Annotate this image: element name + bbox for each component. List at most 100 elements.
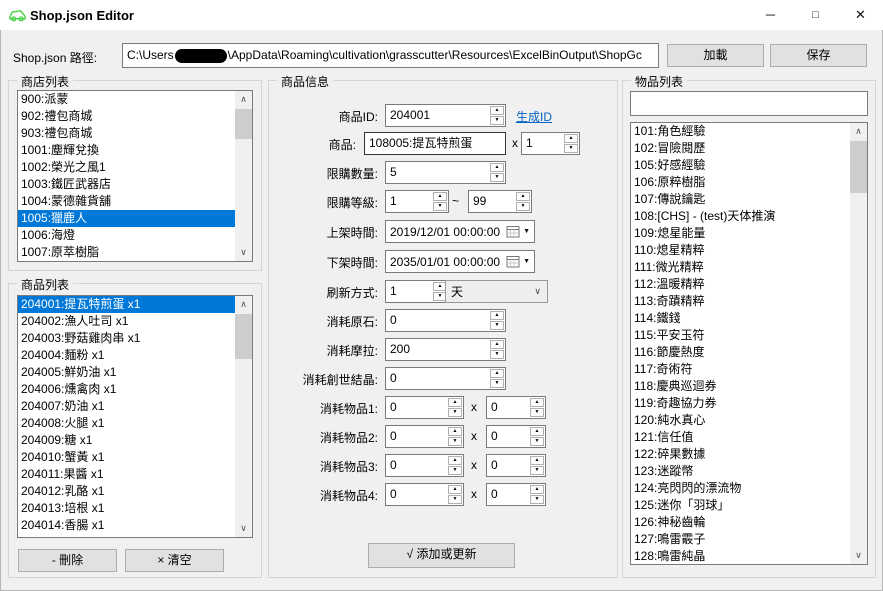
generate-id-link[interactable]: 生成ID: [516, 108, 552, 125]
level-min-spinner[interactable]: 1 ▲▼: [385, 190, 449, 213]
list-item[interactable]: 204013:培根 x1: [18, 500, 235, 517]
cost-item3-id-spinner[interactable]: 0 ▲▼: [385, 454, 464, 477]
spinner-down-icon[interactable]: ▼: [530, 466, 544, 475]
refresh-unit-combobox[interactable]: 天 ∨: [445, 280, 548, 303]
spinner-down-icon[interactable]: ▼: [490, 379, 504, 388]
spinner-up-icon[interactable]: ▲: [490, 163, 504, 172]
spinner-up-icon[interactable]: ▲: [448, 398, 462, 407]
spinner-up-icon[interactable]: ▲: [490, 340, 504, 349]
list-item[interactable]: 114:鐵錢: [631, 310, 850, 327]
cost-item4-count-spinner[interactable]: 0 ▲▼: [486, 483, 546, 506]
goods-count-spinner[interactable]: 1 ▲▼: [521, 132, 580, 155]
shop-list-scrollbar[interactable]: ∧ ∨: [235, 91, 252, 261]
shop-listbox[interactable]: 900:派蒙902:禮包商城903:禮包商城1001:塵輝兌換1002:榮光之風…: [17, 90, 253, 262]
spinner-up-icon[interactable]: ▲: [448, 456, 462, 465]
list-item[interactable]: 204011:果醬 x1: [18, 466, 235, 483]
list-item[interactable]: 105:好感經驗: [631, 157, 850, 174]
scroll-up-icon[interactable]: ∧: [850, 123, 867, 140]
list-item[interactable]: 110:熄星精粹: [631, 242, 850, 259]
dropdown-arrow-icon[interactable]: ▼: [523, 228, 530, 235]
spinner-down-icon[interactable]: ▼: [530, 437, 544, 446]
spinner-down-icon[interactable]: ▼: [448, 466, 462, 475]
item-search-input[interactable]: [630, 91, 868, 116]
cost-item2-count-spinner[interactable]: 0 ▲▼: [486, 425, 546, 448]
close-button[interactable]: ✕: [838, 0, 883, 30]
item-list-scrollbar[interactable]: ∧ ∨: [850, 123, 867, 564]
list-item[interactable]: 121:信任值: [631, 429, 850, 446]
list-item[interactable]: 120:純水真心: [631, 412, 850, 429]
cost-primogem-spinner[interactable]: 0 ▲▼: [385, 309, 506, 332]
list-item[interactable]: 1003:鐵匠武器店: [18, 176, 235, 193]
list-item[interactable]: 109:熄星能量: [631, 225, 850, 242]
list-item[interactable]: 116:節慶熱度: [631, 344, 850, 361]
delete-button[interactable]: - 刪除: [18, 549, 117, 572]
list-item[interactable]: 204002:漁人吐司 x1: [18, 313, 235, 330]
path-input[interactable]: C:\Users \AppData\Roaming\cultivation\gr…: [122, 43, 659, 68]
spinner-down-icon[interactable]: ▼: [530, 495, 544, 504]
list-item[interactable]: 117:奇術符: [631, 361, 850, 378]
spinner-down-icon[interactable]: ▼: [490, 321, 504, 330]
dropdown-arrow-icon[interactable]: ▼: [523, 258, 530, 265]
list-item[interactable]: 122:碎果數據: [631, 446, 850, 463]
scroll-down-icon[interactable]: ∨: [235, 520, 252, 537]
list-item[interactable]: 900:派蒙: [18, 91, 235, 108]
list-item[interactable]: 1006:海燈: [18, 227, 235, 244]
goods-listbox[interactable]: 204001:提瓦特煎蛋 x1204002:漁人吐司 x1204003:野菇雞肉…: [17, 295, 253, 538]
spinner-down-icon[interactable]: ▼: [564, 144, 578, 153]
list-item[interactable]: 124:亮閃閃的漂流物: [631, 480, 850, 497]
list-item[interactable]: 102:冒險閱歷: [631, 140, 850, 157]
scrollbar-thumb[interactable]: [235, 314, 252, 359]
list-item[interactable]: 204008:火腿 x1: [18, 415, 235, 432]
list-item[interactable]: 204009:糖 x1: [18, 432, 235, 449]
list-item[interactable]: 101:角色經驗: [631, 123, 850, 140]
spinner-up-icon[interactable]: ▲: [516, 192, 530, 201]
list-item[interactable]: 1002:榮光之風1: [18, 159, 235, 176]
list-item[interactable]: 1001:塵輝兌換: [18, 142, 235, 159]
spinner-down-icon[interactable]: ▼: [516, 202, 530, 211]
scrollbar-thumb[interactable]: [235, 109, 252, 139]
refresh-value-spinner[interactable]: 1 ▲▼: [385, 280, 449, 303]
spinner-down-icon[interactable]: ▼: [490, 116, 504, 125]
spinner-up-icon[interactable]: ▲: [490, 311, 504, 320]
spinner-down-icon[interactable]: ▼: [490, 350, 504, 359]
list-item[interactable]: 204007:奶油 x1: [18, 398, 235, 415]
goods-list-scrollbar[interactable]: ∧ ∨: [235, 296, 252, 537]
cost-crystal-spinner[interactable]: 0 ▲▼: [385, 367, 506, 390]
spinner-down-icon[interactable]: ▼: [448, 408, 462, 417]
list-item[interactable]: 115:平安玉符: [631, 327, 850, 344]
list-item[interactable]: 902:禮包商城: [18, 108, 235, 125]
list-item[interactable]: 204001:提瓦特煎蛋 x1: [18, 296, 235, 313]
list-item[interactable]: 112:溫暖精粹: [631, 276, 850, 293]
minimize-button[interactable]: ─: [748, 0, 793, 30]
item-listbox[interactable]: 101:角色經驗102:冒險閱歷105:好感經驗106:原粹樹脂107:傳說鑰匙…: [630, 122, 868, 565]
buy-limit-spinner[interactable]: 5 ▲▼: [385, 161, 506, 184]
cost-item4-id-spinner[interactable]: 0 ▲▼: [385, 483, 464, 506]
list-item[interactable]: 204005:鮮奶油 x1: [18, 364, 235, 381]
spinner-up-icon[interactable]: ▲: [448, 427, 462, 436]
list-item[interactable]: 106:原粹樹脂: [631, 174, 850, 191]
list-item[interactable]: 1005:獵鹿人: [18, 210, 235, 227]
list-item[interactable]: 111:微光精粹: [631, 259, 850, 276]
begin-time-picker[interactable]: 2019/12/01 00:00:00 ▼: [385, 220, 535, 243]
list-item[interactable]: 204012:乳酪 x1: [18, 483, 235, 500]
list-item[interactable]: 128:鳴雷純晶: [631, 548, 850, 564]
scroll-down-icon[interactable]: ∨: [850, 547, 867, 564]
add-or-update-button[interactable]: √ 添加或更新: [368, 543, 515, 568]
cost-item3-count-spinner[interactable]: 0 ▲▼: [486, 454, 546, 477]
list-item[interactable]: 123:迷蹤幣: [631, 463, 850, 480]
cost-item1-id-spinner[interactable]: 0 ▲▼: [385, 396, 464, 419]
list-item[interactable]: 108:[CHS] - (test)天体推演: [631, 208, 850, 225]
spinner-down-icon[interactable]: ▼: [448, 495, 462, 504]
list-item[interactable]: 204004:麵粉 x1: [18, 347, 235, 364]
spinner-down-icon[interactable]: ▼: [530, 408, 544, 417]
spinner-up-icon[interactable]: ▲: [433, 192, 447, 201]
spinner-up-icon[interactable]: ▲: [530, 398, 544, 407]
list-item[interactable]: 204003:野菇雞肉串 x1: [18, 330, 235, 347]
cost-item1-count-spinner[interactable]: 0 ▲▼: [486, 396, 546, 419]
spinner-up-icon[interactable]: ▲: [448, 485, 462, 494]
spinner-down-icon[interactable]: ▼: [433, 202, 447, 211]
list-item[interactable]: 113:奇蹟精粹: [631, 293, 850, 310]
spinner-down-icon[interactable]: ▼: [448, 437, 462, 446]
list-item[interactable]: 903:禮包商城: [18, 125, 235, 142]
maximize-button[interactable]: □: [793, 0, 838, 30]
